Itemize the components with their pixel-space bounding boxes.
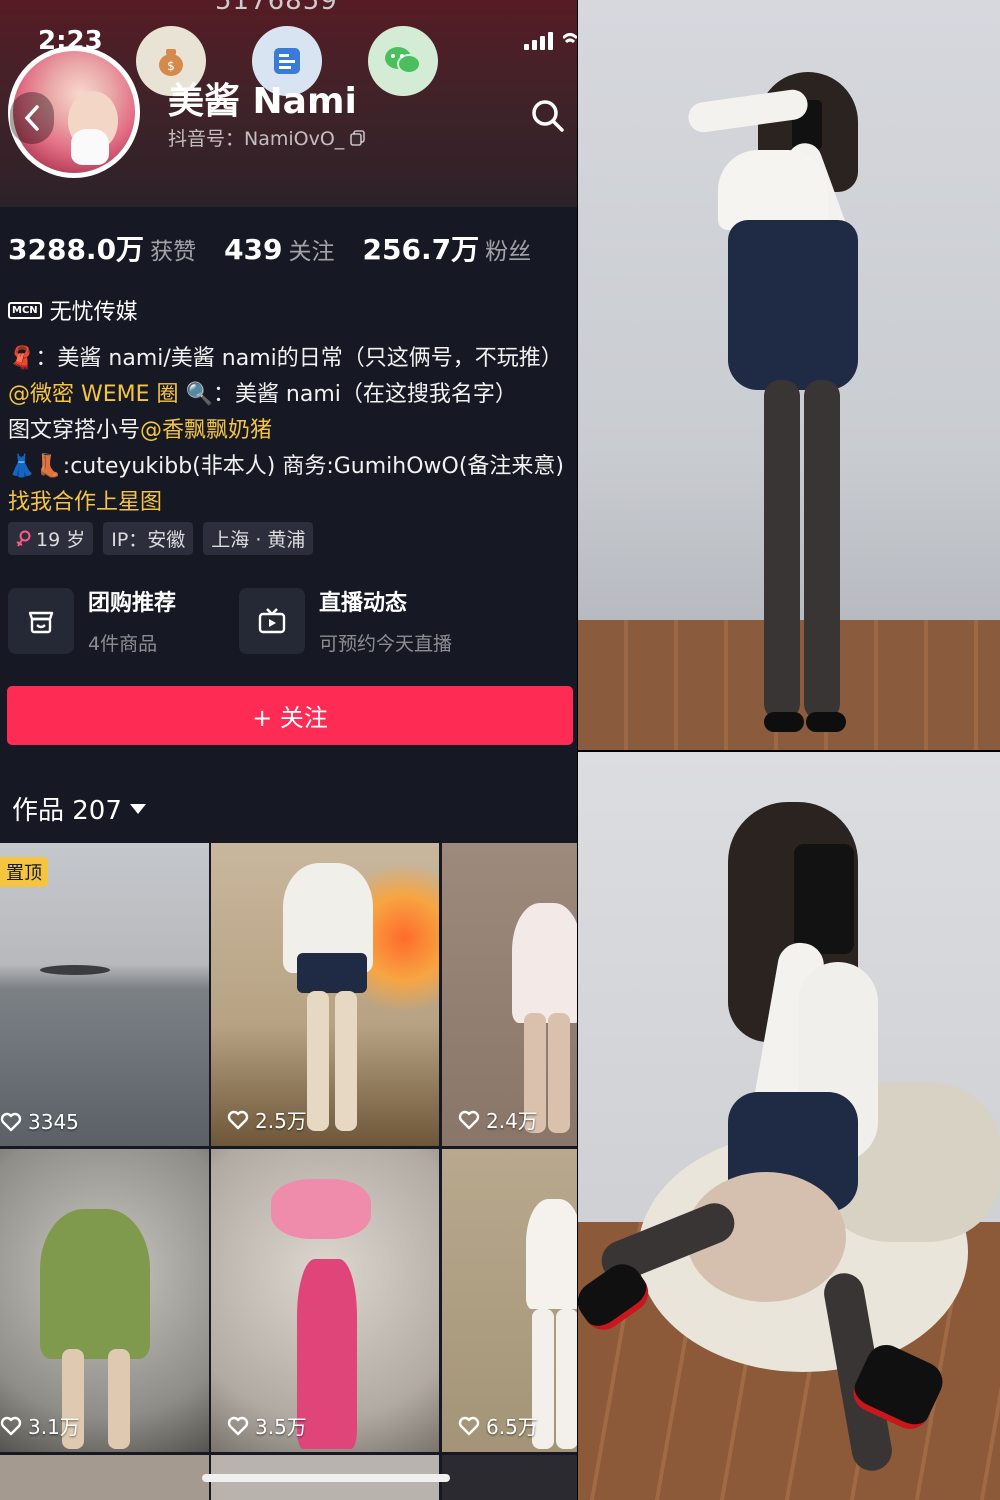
live-title: 直播动态	[319, 591, 408, 616]
group-buy-subtitle: 4件商品	[88, 633, 158, 655]
bio-text-2: ：美酱 nami（在这搜我名字）	[212, 382, 517, 407]
signal-icon	[524, 32, 553, 50]
home-indicator[interactable]	[202, 1474, 450, 1482]
stat-followers[interactable]: 256.7万 粉丝	[363, 228, 532, 268]
heart-icon	[458, 1110, 480, 1129]
video-thumbnail[interactable]	[0, 1455, 209, 1500]
heart-icon	[0, 1112, 22, 1132]
heart-icon	[227, 1110, 249, 1129]
bio-line-2: @微密 WEME 圈 🔍：美酱 nami（在这搜我名字）	[8, 376, 517, 408]
caret-down-icon	[129, 803, 146, 814]
like-count: 6.5万	[458, 1411, 538, 1440]
bio-text-4: :cuteyukibb(非本人) 商务:GumihOwO(备注来意)	[62, 454, 564, 479]
video-thumbnail[interactable]: 置顶 3345	[0, 843, 209, 1146]
live-entry[interactable]: 直播动态 可预约今天直播	[239, 585, 452, 656]
bio-line-1: 🧣：美酱 nami/美酱 nami的日常（只这俩号，不玩推）	[8, 340, 563, 372]
douyin-id: 抖音号：NamiOvO_	[168, 128, 345, 150]
bio-line-4: 👗👢:cuteyukibb(非本人) 商务:GumihOwO(备注来意)	[8, 448, 564, 480]
profile-tags: 19 岁 IP：安徽 上海 · 黄浦	[8, 522, 314, 555]
bio-text-3: 图文穿搭小号	[8, 418, 141, 443]
mention-weme[interactable]: @微密 WEME 圈	[8, 382, 179, 407]
ip-tag-text: IP：安徽	[111, 529, 186, 551]
age-tag-text: 19 岁	[36, 529, 86, 551]
douyin-id-row: 抖音号：NamiOvO_	[168, 124, 366, 151]
dress-boot-emoji-icon: 👗👢	[8, 454, 63, 479]
video-thumbnail[interactable]: 3.1万	[0, 1149, 209, 1452]
heart-icon	[227, 1416, 249, 1435]
like-count: 3.1万	[0, 1411, 80, 1440]
stat-likes-label: 获赞	[150, 239, 197, 265]
photo-standing	[578, 0, 1000, 750]
stat-following[interactable]: 439 关注	[224, 232, 334, 266]
shop-icon	[8, 587, 74, 654]
stat-following-value: 439	[224, 233, 283, 266]
mcn-agency-name: 无忧传媒	[49, 300, 138, 325]
like-count: 2.5万	[227, 1105, 307, 1134]
bio-text-1: ：美酱 nami/美酱 nami的日常（只这俩号，不玩推）	[35, 346, 563, 371]
stats-row: 3288.0万 获赞 439 关注 256.7万 粉丝	[8, 228, 531, 268]
location-tag: 上海 · 黄浦	[203, 522, 314, 555]
ip-tag: IP：安徽	[103, 522, 194, 555]
mcn-badge: MCN	[8, 301, 42, 319]
age-tag: 19 岁	[8, 522, 94, 555]
video-thumbnail[interactable]: 2.4万	[442, 843, 577, 1146]
like-count-text: 6.5万	[486, 1415, 538, 1439]
status-icons	[524, 32, 577, 50]
like-count-text: 2.5万	[255, 1109, 307, 1133]
video-thumbnail[interactable]: 3.5万	[211, 1149, 439, 1452]
video-thumbnail[interactable]	[442, 1455, 577, 1500]
wifi-icon	[563, 33, 577, 44]
star-map-link[interactable]: 找我合作上星图	[8, 484, 162, 516]
stat-followers-label: 粉丝	[485, 239, 532, 265]
like-count: 2.4万	[458, 1105, 538, 1134]
search-icon	[532, 100, 564, 132]
live-tv-icon	[239, 587, 305, 654]
magnifier-emoji-icon: 🔍	[185, 382, 213, 407]
follow-button[interactable]: + 关注	[7, 686, 573, 745]
female-icon	[16, 530, 31, 547]
works-label: 作品 207	[12, 796, 122, 826]
like-count-text: 2.4万	[486, 1109, 538, 1133]
cover-number: 5176859	[215, 0, 338, 16]
like-count-text: 3.5万	[255, 1415, 307, 1439]
like-count-text: 3345	[28, 1110, 79, 1134]
mcn-agency[interactable]: MCN 无忧传媒	[8, 294, 138, 326]
copy-icon[interactable]	[350, 129, 366, 146]
avatar-cup	[71, 129, 109, 165]
heart-icon	[0, 1416, 22, 1435]
bio-line-3: 图文穿搭小号@香飘飘奶猪	[8, 412, 272, 444]
group-buy-title: 团购推荐	[88, 591, 177, 616]
wechat-icon[interactable]	[368, 26, 438, 96]
heart-icon	[458, 1416, 480, 1435]
stat-likes-value: 3288.0万	[8, 233, 145, 266]
profile-name: 美酱 Nami	[168, 81, 357, 122]
like-count-text: 3.1万	[28, 1415, 80, 1439]
location-tag-text: 上海 · 黄浦	[211, 529, 306, 551]
photo-sitting	[578, 752, 1000, 1500]
stat-likes[interactable]: 3288.0万 获赞	[8, 228, 196, 268]
like-count: 3345	[0, 1110, 79, 1134]
profile-screen: 5176859 2:23 $ 美酱 Nami 抖音号：NamiOvO_ 3288…	[0, 0, 577, 1500]
scarf-emoji-icon: 🧣	[8, 346, 36, 371]
svg-text:$: $	[167, 59, 175, 73]
pinned-badge: 置顶	[0, 857, 48, 887]
back-button[interactable]	[10, 92, 54, 144]
search-button[interactable]	[528, 96, 568, 136]
group-buy-entry[interactable]: 团购推荐 4件商品	[8, 585, 176, 656]
video-thumbnail[interactable]: 2.5万	[211, 843, 439, 1146]
stat-following-label: 关注	[288, 239, 335, 265]
chevron-left-icon	[24, 105, 39, 131]
live-subtitle: 可预约今天直播	[319, 633, 453, 655]
mention-xiangpiaopiao[interactable]: @香飘飘奶猪	[140, 418, 272, 443]
like-count: 3.5万	[227, 1411, 307, 1440]
tab-works[interactable]: 作品 207	[12, 790, 146, 827]
stat-followers-value: 256.7万	[362, 233, 480, 266]
video-thumbnail[interactable]: 6.5万	[442, 1149, 577, 1452]
